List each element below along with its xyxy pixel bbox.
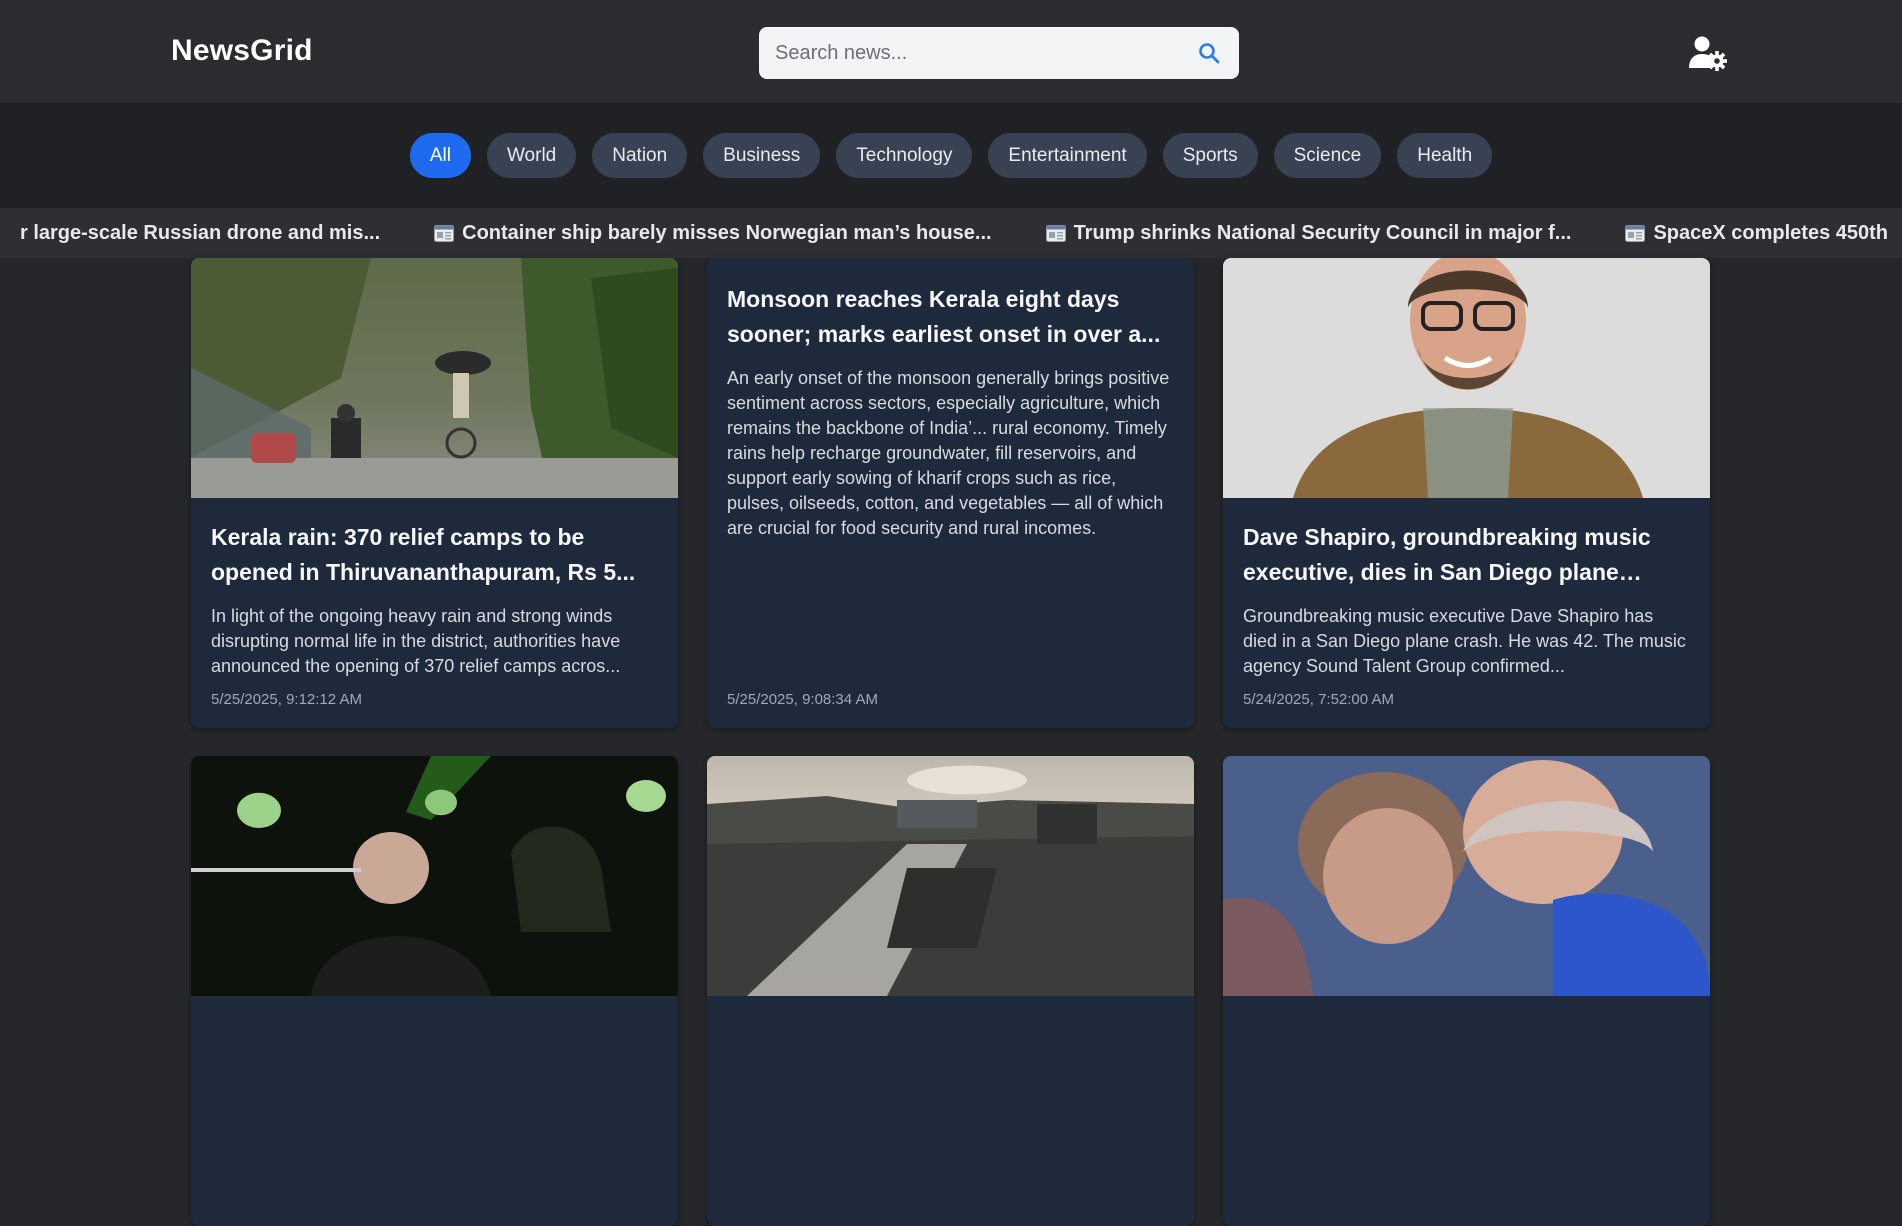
search-icon[interactable] (1195, 39, 1223, 67)
category-entertainment[interactable]: Entertainment (988, 133, 1147, 178)
article-card[interactable] (707, 756, 1194, 1226)
newspaper-icon (1045, 224, 1066, 242)
search-bar (759, 27, 1239, 79)
article-description: An early onset of the monsoon generally … (727, 368, 1170, 538)
ticker-item[interactable]: Container ship barely misses Norwegian m… (434, 221, 992, 245)
article-card[interactable]: Kerala rain: 370 relief camps to be open… (191, 258, 678, 728)
article-grid: Kerala rain: 370 relief camps to be open… (191, 258, 1710, 1226)
category-nation[interactable]: Nation (592, 133, 688, 178)
category-all[interactable]: All (409, 133, 471, 178)
news-ticker: r large-scale Russian drone and mis... C… (0, 208, 1902, 258)
article-card[interactable]: Monsoon reaches Kerala eight days sooner… (707, 258, 1194, 728)
ticker-text: Container ship barely misses Norwegian m… (462, 221, 992, 244)
article-image (707, 756, 1194, 996)
category-list: All World Nation Business Technology Ent… (0, 133, 1902, 178)
article-title[interactable]: Kerala rain: 370 relief camps to be open… (211, 520, 658, 590)
article-body: Dave Shapiro, groundbreaking music execu… (1223, 498, 1710, 679)
category-sports[interactable]: Sports (1162, 133, 1258, 178)
article-date: 5/25/2025, 9:08:34 AM (727, 691, 878, 708)
top-header: NewsGrid (0, 0, 1902, 104)
ticker-track: r large-scale Russian drone and mis... C… (20, 208, 1902, 258)
article-body: Monsoon reaches Kerala eight days sooner… (707, 258, 1194, 541)
article-date: 5/25/2025, 9:12:12 AM (211, 691, 362, 708)
article-card[interactable] (191, 756, 678, 1226)
article-date: 5/24/2025, 7:52:00 AM (1243, 691, 1394, 708)
app-logo[interactable]: NewsGrid (171, 34, 313, 68)
article-card[interactable]: Dave Shapiro, groundbreaking music execu… (1223, 258, 1710, 728)
category-science[interactable]: Science (1273, 133, 1382, 178)
category-technology[interactable]: Technology (836, 133, 973, 178)
article-title[interactable]: Dave Shapiro, groundbreaking music execu… (1243, 520, 1690, 590)
article-description: In light of the ongoing heavy rain and s… (211, 606, 621, 676)
article-image (191, 756, 678, 996)
category-bar: All World Nation Business Technology Ent… (0, 104, 1902, 208)
article-image (1223, 258, 1710, 498)
article-body: Kerala rain: 370 relief camps to be open… (191, 498, 678, 679)
newspaper-icon (1625, 224, 1646, 242)
ticker-item[interactable]: Trump shrinks National Security Council … (1045, 221, 1572, 245)
article-description: Groundbreaking music executive Dave Shap… (1243, 606, 1686, 676)
ticker-text: Trump shrinks National Security Council … (1073, 221, 1572, 244)
category-business[interactable]: Business (703, 133, 821, 178)
ticker-item[interactable]: r large-scale Russian drone and mis... (20, 222, 380, 245)
ticker-text: r large-scale Russian drone and mis... (20, 221, 381, 244)
user-gear-icon[interactable] (1688, 34, 1728, 72)
ticker-text: SpaceX completes 450th (1653, 221, 1888, 244)
ticker-item[interactable]: SpaceX completes 450th (1625, 222, 1888, 245)
article-image (1223, 756, 1710, 996)
newspaper-icon (434, 224, 455, 242)
article-card[interactable] (1223, 756, 1710, 1226)
search-input[interactable] (775, 41, 1195, 65)
article-image (191, 258, 678, 498)
article-title[interactable]: Monsoon reaches Kerala eight days sooner… (727, 282, 1174, 352)
category-world[interactable]: World (486, 133, 577, 178)
category-health[interactable]: Health (1397, 133, 1493, 178)
